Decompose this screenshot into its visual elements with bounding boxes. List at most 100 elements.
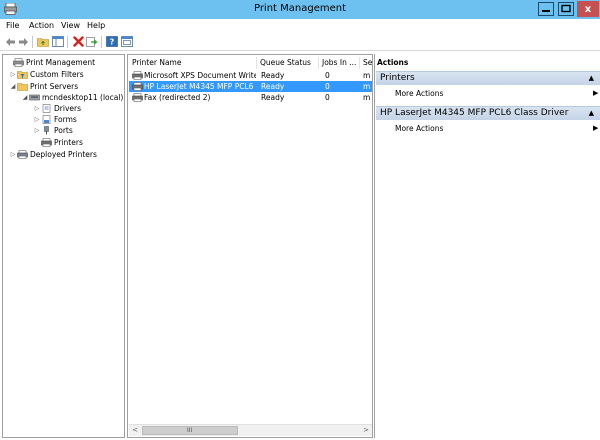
scrollbar-thumb[interactable]: III [142,426,238,435]
actions-section-selected-printer[interactable]: HP LaserJet M4345 MFP PCL6 Class Driver … [376,106,600,120]
printer-icon [132,82,143,91]
show-hide-tree-button[interactable] [51,34,65,49]
deployed-printers-icon [17,150,28,159]
menu-action[interactable]: Action [29,21,54,30]
expand-arrow-icon[interactable]: ▷ [9,71,17,78]
fax-printer-icon [132,93,143,102]
minimize-button[interactable] [537,1,555,17]
back-button[interactable] [3,34,17,49]
svg-text:?: ? [110,38,115,47]
server-name-cell: m [363,93,371,102]
menu-help[interactable]: Help [87,21,105,30]
collapse-arrow-icon[interactable]: ◢ [9,83,17,90]
console-tree[interactable]: Print Management ▷ Custom Filters ◢ Prin… [2,54,125,438]
export-icon [86,37,98,47]
tree-item-print-servers[interactable]: ◢ Print Servers [9,81,78,92]
table-row[interactable]: Microsoft XPS Document Writer Ready 0 m [129,70,372,81]
printer-name-cell: Fax (redirected 2) [144,93,211,102]
export-list-button[interactable] [85,34,99,49]
action-label: More Actions [395,89,444,98]
actions-section-printers[interactable]: Printers ▲ [376,71,600,85]
filter-folder-icon [17,71,28,79]
tree-item-drivers[interactable]: ▷ Drivers [33,103,81,114]
action-label: More Actions [395,124,444,133]
queue-status-cell: Ready [261,71,285,80]
tree-item-ports[interactable]: ▷ Ports [33,125,73,136]
section-title: HP LaserJet M4345 MFP PCL6 Class Driver [380,108,569,118]
printer-icon [41,138,52,147]
properties-icon [121,36,133,47]
collapse-caret-icon[interactable]: ▲ [589,107,594,120]
maximize-icon [558,2,574,16]
table-row[interactable]: Fax (redirected 2) Ready 0 m [129,92,372,103]
tree-item-deployed-printers[interactable]: ▷ Deployed Printers [9,149,97,160]
tree-item-custom-filters[interactable]: ▷ Custom Filters [9,69,84,80]
printer-list[interactable]: Printer Name Queue Status Jobs In ... Se… [127,54,373,438]
toolbar-separator [32,36,33,48]
expand-arrow-icon[interactable]: ▷ [9,151,17,158]
column-header-printer-name[interactable]: Printer Name [129,57,257,69]
up-one-level-button[interactable] [36,34,50,49]
tree-label: Drivers [54,104,81,113]
drivers-icon [42,104,51,113]
tree-item-print-management[interactable]: Print Management [5,57,95,68]
scroll-right-arrow-icon[interactable]: > [360,425,372,436]
close-icon: x [584,3,592,15]
action-more-actions[interactable]: More Actions ▶ [395,89,598,98]
collapse-arrow-icon[interactable]: ◢ [21,94,29,101]
server-name-cell: m [363,82,371,91]
printer-name-cell: Microsoft XPS Document Writer [144,71,256,80]
expand-arrow-icon[interactable]: ▷ [33,127,41,134]
column-header-queue-status[interactable]: Queue Status [257,57,319,69]
server-name-cell: m [363,71,371,80]
ports-icon [44,126,49,135]
back-arrow-icon [5,37,15,46]
properties-button[interactable] [120,34,134,49]
jobs-in-queue-cell: 0 [325,93,330,102]
menu-view[interactable]: View [61,21,80,30]
tree-label: Print Management [26,58,96,67]
tree-item-printers[interactable]: Printers [33,137,83,148]
tree-item-forms[interactable]: ▷ Forms [33,114,77,125]
menu-file[interactable]: File [6,21,19,30]
toolbar: ? [0,33,600,51]
jobs-in-queue-cell: 0 [325,71,330,80]
printer-name-cell: HP LaserJet M4345 MFP PCL6 C... [144,82,256,91]
help-button[interactable]: ? [105,34,119,49]
printer-icon [132,71,143,80]
forward-arrow-icon [18,37,28,46]
actions-pane: Actions Printers ▲ More Actions ▶ HP Las… [374,54,600,438]
queue-status-cell: Ready [261,93,285,102]
forward-button[interactable] [16,34,30,49]
tree-item-mcndesktop11-local[interactable]: ◢ mcndesktop11 (local) [21,92,124,103]
submenu-arrow-icon: ▶ [593,89,599,97]
scroll-left-arrow-icon[interactable]: < [129,425,141,436]
maximize-button[interactable] [557,1,575,17]
print-management-icon [13,58,24,67]
server-icon [29,94,40,101]
minimize-icon [538,2,554,16]
table-row-selected[interactable]: HP LaserJet M4345 MFP PCL6 C... Ready 0 … [129,81,372,92]
title-bar: Print Management x [0,0,600,19]
horizontal-scrollbar[interactable]: < III > [129,424,372,436]
delete-button[interactable] [71,34,85,49]
tree-label: Ports [54,126,73,135]
menu-bar: File Action View Help [0,19,600,33]
show-hide-tree-icon [52,36,64,47]
queue-status-cell: Ready [261,82,285,91]
expand-arrow-icon[interactable]: ▷ [33,116,41,123]
forms-icon [42,115,51,124]
expand-arrow-icon[interactable]: ▷ [33,105,41,112]
column-header-jobs-in-queue[interactable]: Jobs In ... [319,57,360,69]
submenu-arrow-icon: ▶ [593,124,599,132]
jobs-in-queue-cell: 0 [325,82,330,91]
folder-up-icon [37,38,49,47]
toolbar-separator [101,36,102,48]
tree-label: Printers [54,138,83,147]
close-button[interactable]: x [577,1,599,17]
action-more-actions[interactable]: More Actions ▶ [395,124,598,133]
column-header-server-name[interactable]: Se [360,57,372,69]
section-title: Printers [380,73,415,83]
collapse-caret-icon[interactable]: ▲ [589,72,594,85]
tree-label: Forms [54,115,77,124]
